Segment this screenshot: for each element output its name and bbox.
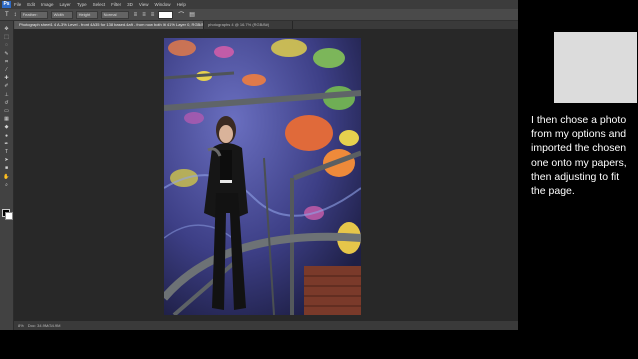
type-tool-icon[interactable]: T bbox=[5, 12, 9, 18]
path-select-icon[interactable]: ➤ bbox=[3, 158, 10, 163]
hand-icon[interactable]: ✋ bbox=[3, 174, 10, 180]
slide-thumbnail-placeholder bbox=[554, 32, 637, 103]
zoom-icon[interactable]: ⌕ bbox=[3, 182, 10, 188]
clone-stamp-icon[interactable]: ⊥ bbox=[3, 92, 10, 98]
style-select[interactable]: Normal bbox=[100, 10, 129, 19]
eraser-icon[interactable]: ▭ bbox=[3, 109, 10, 114]
orientation-icon[interactable]: ↕ bbox=[14, 12, 17, 18]
crop-icon[interactable]: ⌗ bbox=[3, 59, 10, 65]
color-swatch[interactable] bbox=[158, 10, 174, 19]
menu-file[interactable]: File bbox=[14, 2, 21, 7]
panels-icon[interactable]: ▤ bbox=[189, 11, 195, 18]
shape-icon[interactable]: ■ bbox=[3, 166, 10, 171]
feather-field[interactable]: Feather: bbox=[19, 10, 48, 19]
eyedropper-icon[interactable]: ⁄ bbox=[3, 68, 10, 73]
menu-layer[interactable]: Layer bbox=[60, 2, 71, 7]
menu-image[interactable]: Image bbox=[41, 2, 54, 7]
status-bar: 8% Doc: 34.9M/34.9M bbox=[14, 321, 518, 330]
menu-window[interactable]: Window bbox=[155, 2, 171, 7]
tools-panel: ✥ ⬚ ◌ ✎ ⌗ ⁄ ✚ ✐ ⊥ ↺ ▭ ▦ ◆ ● ✒ T ➤ ■ ✋ ⌕ bbox=[0, 21, 14, 330]
dodge-icon[interactable]: ● bbox=[3, 133, 10, 139]
warp-text-icon[interactable]: ⌒ bbox=[178, 10, 184, 19]
canvas-photo[interactable] bbox=[164, 38, 361, 315]
menu-view[interactable]: View bbox=[139, 2, 149, 7]
history-brush-icon[interactable]: ↺ bbox=[3, 100, 10, 106]
background-color-swatch[interactable] bbox=[5, 212, 13, 220]
menu-type[interactable]: Type bbox=[77, 2, 87, 7]
options-bar: T ↕ Feather: Width Height Normal ≡ ≡ ≡ ⌒… bbox=[0, 9, 518, 21]
brush-icon[interactable]: ✐ bbox=[3, 84, 10, 89]
align-left-icon[interactable]: ≡ bbox=[134, 12, 138, 18]
menu-help[interactable]: Help bbox=[177, 2, 186, 7]
align-right-icon[interactable]: ≡ bbox=[151, 12, 155, 18]
document-info: Doc: 34.9M/34.9M bbox=[27, 323, 61, 328]
healing-icon[interactable]: ✚ bbox=[3, 76, 10, 81]
move-icon[interactable]: ✥ bbox=[3, 27, 10, 32]
menu-bar: Ps File Edit Image Layer Type Select Fil… bbox=[0, 0, 518, 9]
document-tab-inactive[interactable]: photographs 4 @ 16.7% (RGB/8#) bbox=[204, 21, 293, 29]
photoshop-window: Ps File Edit Image Layer Type Select Fil… bbox=[0, 0, 518, 330]
slide-caption: I then chose a photo from my options and… bbox=[531, 114, 627, 198]
document-tab-bar: Photograph sheet1 4 A-3% Level - front 4… bbox=[15, 21, 518, 29]
width-field[interactable]: Width bbox=[50, 10, 73, 19]
menu-edit[interactable]: Edit bbox=[27, 2, 35, 7]
align-center-icon[interactable]: ≡ bbox=[142, 12, 146, 18]
menu-3d[interactable]: 3D bbox=[127, 2, 133, 7]
menu-select[interactable]: Select bbox=[93, 2, 106, 7]
height-field[interactable]: Height bbox=[75, 10, 98, 19]
type-icon[interactable]: T bbox=[3, 150, 10, 155]
marquee-icon[interactable]: ⬚ bbox=[3, 35, 10, 40]
quick-select-icon[interactable]: ✎ bbox=[3, 51, 10, 57]
menu-filter[interactable]: Filter bbox=[111, 2, 121, 7]
blur-icon[interactable]: ◆ bbox=[3, 125, 10, 130]
zoom-level[interactable]: 8% bbox=[18, 323, 24, 328]
document-tab-active[interactable]: Photograph sheet1 4 A-3% Level - front 4… bbox=[15, 21, 204, 29]
lasso-icon[interactable]: ◌ bbox=[3, 43, 10, 48]
photoshop-logo-icon: Ps bbox=[2, 1, 11, 8]
gradient-icon[interactable]: ▦ bbox=[3, 117, 10, 122]
pen-icon[interactable]: ✒ bbox=[3, 141, 10, 147]
